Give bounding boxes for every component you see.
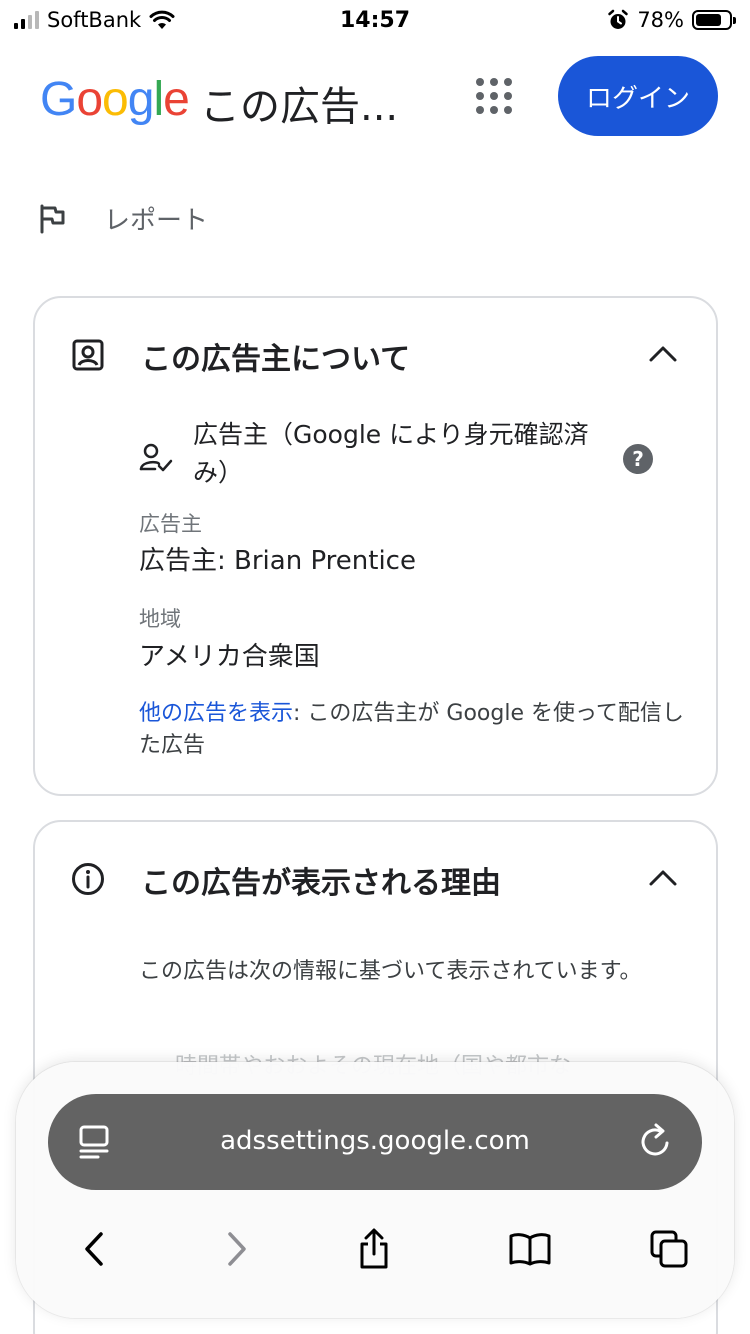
back-button[interactable] (69, 1224, 119, 1274)
more-ads-text: 他の広告を表示: この広告主が Google を使って配信した広告 (139, 698, 689, 762)
share-icon (360, 1228, 388, 1269)
advertiser-card-title: この広告主について (141, 342, 411, 377)
region-label: 地域 (139, 607, 181, 631)
login-button[interactable]: ログイン (558, 56, 718, 136)
bookmarks-icon (509, 1233, 551, 1266)
verified-text: 広告主（Google により身元確認済み） (193, 420, 589, 487)
logo-letter: l (153, 73, 164, 126)
share-button[interactable] (349, 1224, 399, 1274)
help-icon[interactable]: ? (623, 444, 653, 474)
logo-letter: o (102, 73, 129, 126)
logo-letter: e (163, 73, 190, 126)
browser-toolbar: adssettings.google.com (16, 1062, 734, 1318)
info-icon (72, 863, 104, 895)
reason-card-title: この広告が表示される理由 (141, 866, 501, 901)
back-icon (85, 1232, 103, 1266)
tabs-button[interactable] (644, 1224, 694, 1274)
account-box-icon (72, 339, 104, 371)
address-bar[interactable]: adssettings.google.com (48, 1094, 702, 1190)
chevron-up-icon[interactable] (648, 868, 678, 888)
wifi-icon (149, 10, 175, 29)
url-text: adssettings.google.com (220, 1126, 530, 1156)
alarm-icon (608, 9, 629, 29)
google-logo[interactable]: Google (40, 72, 190, 127)
header: Google この広告... ログイン (0, 44, 750, 154)
advertiser-label: 広告主 (139, 512, 202, 536)
status-bar: SoftBank 14:57 78% (0, 0, 750, 44)
region-value: アメリカ合衆国 (139, 642, 320, 672)
status-right: 78% (607, 8, 736, 32)
bookmarks-button[interactable] (505, 1224, 555, 1274)
forward-button[interactable] (212, 1224, 262, 1274)
page-menu-icon[interactable] (78, 1124, 112, 1160)
browser-nav-row (16, 1224, 734, 1274)
battery-icon (692, 10, 736, 30)
logo-letter: g (127, 73, 155, 126)
advertiser-card: この広告主について 広告主（Google により身元確認済み） ? 広告主 広告… (33, 296, 718, 796)
advertiser-value: 広告主: Brian Prentice (139, 546, 416, 576)
page-title: この広告... (200, 84, 399, 130)
status-left: SoftBank (14, 8, 175, 32)
flag-icon (40, 204, 65, 233)
apps-grid-icon[interactable] (476, 78, 512, 114)
carrier-name: SoftBank (47, 8, 142, 32)
logo-letter: G (40, 73, 77, 126)
report-label: レポート (104, 206, 209, 236)
more-ads-link[interactable]: 他の広告を表示 (139, 701, 293, 726)
logo-letter: o (76, 73, 103, 126)
signal-icon (14, 11, 39, 29)
reason-intro: この広告は次の情報に基づいて表示されています。 (139, 959, 642, 984)
forward-icon (228, 1232, 246, 1266)
reload-icon[interactable] (638, 1122, 674, 1160)
tabs-icon (650, 1230, 688, 1268)
person-check-icon (139, 443, 173, 472)
chevron-up-icon[interactable] (648, 344, 678, 364)
battery-percent: 78% (637, 8, 684, 32)
report-link[interactable]: レポート (38, 200, 208, 237)
